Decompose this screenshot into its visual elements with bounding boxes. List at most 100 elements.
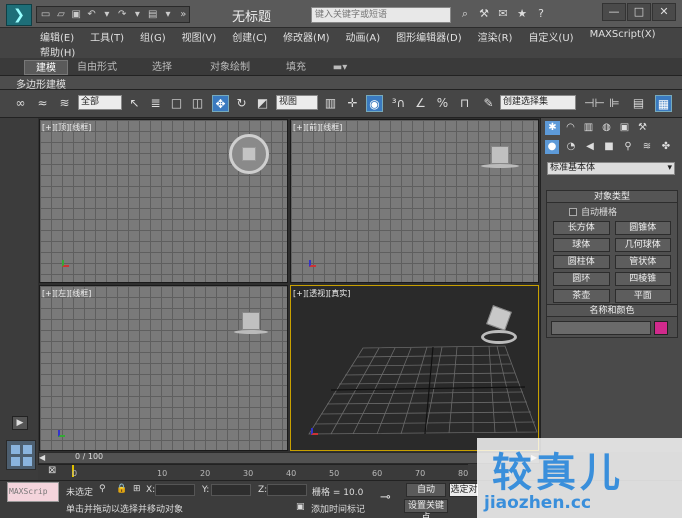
timeline-toggle-icon[interactable]: ⊠ xyxy=(48,465,60,477)
set-key-button[interactable]: 设置关键点 xyxy=(404,499,448,518)
time-tag-icon[interactable]: ▣ xyxy=(296,502,305,512)
object-type-button[interactable]: 球体 xyxy=(553,238,610,252)
maximize-button[interactable]: □ xyxy=(627,3,651,21)
search-input[interactable] xyxy=(311,7,451,23)
motion-tab-icon[interactable]: ◍ xyxy=(599,121,614,135)
binoculars-icon[interactable]: ⌕ xyxy=(458,6,472,21)
star-icon[interactable]: ★ xyxy=(515,6,529,21)
add-time-tag-button[interactable]: 添加时间标记 xyxy=(311,502,365,515)
timeline-ruler[interactable]: 0102030405060708090 xyxy=(38,464,511,480)
viewport-front[interactable]: [+][前][线框] xyxy=(290,119,539,283)
systems-icon[interactable]: ✤ xyxy=(659,140,673,154)
keyboard-shortcut-override-icon[interactable]: ◉ xyxy=(366,95,383,112)
angle-snap-icon[interactable]: ∠ xyxy=(412,95,429,112)
object-color-swatch[interactable] xyxy=(654,321,668,335)
open-file-icon[interactable]: ▱ xyxy=(55,9,66,21)
project-folder-icon[interactable]: ▤ xyxy=(147,9,158,21)
select-and-move-icon[interactable]: ✥ xyxy=(212,95,229,112)
menu-item[interactable]: 视图(V) xyxy=(182,29,217,44)
minimize-button[interactable]: — xyxy=(602,3,626,21)
menu-item[interactable]: 创建(C) xyxy=(232,29,267,44)
ribbon-options-icon[interactable]: ▬▾ xyxy=(330,60,350,75)
create-tab-icon[interactable]: ✱ xyxy=(545,121,560,135)
rect-selection-icon[interactable]: □ xyxy=(168,95,185,112)
helpers-icon[interactable]: ⚲ xyxy=(621,140,635,154)
named-selection-dropdown[interactable]: 创建选择集 xyxy=(500,95,576,110)
align-icon[interactable]: ⊫ xyxy=(606,95,623,112)
object-type-button[interactable]: 几何球体 xyxy=(614,238,671,252)
viewport-left[interactable]: [+][左][线框] xyxy=(39,285,288,451)
ring-object[interactable] xyxy=(481,330,517,344)
graphite-ribbon-icon[interactable]: ▦ xyxy=(655,95,672,112)
layer-manager-icon[interactable]: ▤ xyxy=(630,95,647,112)
cameras-icon[interactable]: ■ xyxy=(602,140,616,154)
box-object[interactable] xyxy=(491,146,509,164)
object-type-button[interactable]: 平面 xyxy=(614,289,671,303)
geometry-category-dropdown[interactable]: 标准基本体 ▾ xyxy=(547,162,675,175)
ring-object[interactable] xyxy=(229,134,269,174)
tab-modeling[interactable]: 建模 xyxy=(24,60,68,75)
close-button[interactable]: ✕ xyxy=(652,3,676,21)
percent-snap-icon[interactable]: % xyxy=(434,95,451,112)
snaps-toggle-icon[interactable]: ³∩ xyxy=(390,95,407,112)
menu-item[interactable]: 修改器(M) xyxy=(283,29,329,44)
object-name-field[interactable] xyxy=(551,321,651,335)
viewport-perspective[interactable]: [+][透视][真实] xyxy=(290,285,539,451)
object-type-button[interactable]: 长方体 xyxy=(553,221,610,235)
object-type-button[interactable]: 茶壶 xyxy=(553,289,610,303)
new-file-icon[interactable]: ▭ xyxy=(40,9,51,21)
y-coordinate-field[interactable] xyxy=(211,484,251,496)
unlink-icon[interactable]: ≈ xyxy=(34,95,51,112)
isolate-icon[interactable]: ⚲ xyxy=(99,484,106,494)
select-and-scale-icon[interactable]: ◩ xyxy=(254,95,271,112)
save-icon[interactable]: ▣ xyxy=(71,9,82,21)
pivot-center-icon[interactable]: ▥ xyxy=(322,95,339,112)
menu-item[interactable]: 工具(T) xyxy=(90,29,124,44)
select-by-name-icon[interactable]: ≣ xyxy=(147,95,164,112)
edit-named-selection-icon[interactable]: ✎ xyxy=(480,95,497,112)
window-crossing-icon[interactable]: ◫ xyxy=(189,95,206,112)
time-slider[interactable]: ◀ 0 / 100 ▶ xyxy=(38,452,540,464)
menu-item[interactable]: 自定义(U) xyxy=(528,29,573,44)
hierarchy-tab-icon[interactable]: ▥ xyxy=(581,121,596,135)
auto-key-button[interactable]: 自动 xyxy=(406,483,446,497)
menu-item[interactable]: MAXScript(X) xyxy=(590,29,656,44)
expand-icon[interactable]: » xyxy=(178,9,189,21)
app-logo-button[interactable]: ❯ xyxy=(6,4,32,26)
x-coordinate-field[interactable] xyxy=(155,484,195,496)
bind-space-warp-icon[interactable]: ≋ xyxy=(56,95,73,112)
object-type-button[interactable]: 圆锥体 xyxy=(614,221,671,235)
viewport-top-label[interactable]: [+][顶][线框] xyxy=(42,122,91,133)
manipulate-icon[interactable]: ✛ xyxy=(344,95,361,112)
menu-item[interactable]: 图形编辑器(D) xyxy=(396,29,462,44)
viewport-front-label[interactable]: [+][前][线框] xyxy=(293,122,342,133)
box-object[interactable] xyxy=(242,312,260,330)
lights-icon[interactable]: ◀ xyxy=(583,140,597,154)
tab-freeform[interactable]: 自由形式 xyxy=(72,60,122,75)
geometry-icon[interactable]: ● xyxy=(545,140,559,154)
undo-icon[interactable]: ↶ xyxy=(86,9,97,21)
ring-object[interactable] xyxy=(481,164,519,168)
viewport-left-label[interactable]: [+][左][线框] xyxy=(42,288,91,299)
reference-coordinate-dropdown[interactable]: 视图 xyxy=(276,95,318,110)
key-icon[interactable]: ⊸ xyxy=(380,490,391,505)
display-tab-icon[interactable]: ▣ xyxy=(617,121,632,135)
menu-item[interactable]: 编辑(E) xyxy=(40,29,74,44)
redo-dropdown-icon[interactable]: ▾ xyxy=(132,9,143,21)
autogrid-checkbox-row[interactable]: 自动栅格 xyxy=(547,203,677,218)
object-type-button[interactable]: 圆环 xyxy=(553,272,610,286)
menu-item[interactable]: 帮助(H) xyxy=(40,44,75,59)
tab-populate[interactable]: 填充 xyxy=(278,60,314,75)
shapes-icon[interactable]: ◔ xyxy=(564,140,578,154)
exchange-icon[interactable]: ✉ xyxy=(496,6,510,21)
object-type-title[interactable]: 对象类型 xyxy=(547,191,677,203)
viewport-top[interactable]: [+][顶][线框] xyxy=(39,119,288,283)
utilities-tab-icon[interactable]: ⚒ xyxy=(635,121,650,135)
menu-item[interactable]: 组(G) xyxy=(140,29,166,44)
lock-selection-icon[interactable]: 🔒 xyxy=(116,484,127,494)
object-type-button[interactable]: 四棱锥 xyxy=(614,272,671,286)
autogrid-checkbox[interactable] xyxy=(569,207,577,216)
tab-selection[interactable]: 选择 xyxy=(142,60,182,75)
z-coordinate-field[interactable] xyxy=(267,484,307,496)
help-icon[interactable]: ? xyxy=(534,6,548,21)
